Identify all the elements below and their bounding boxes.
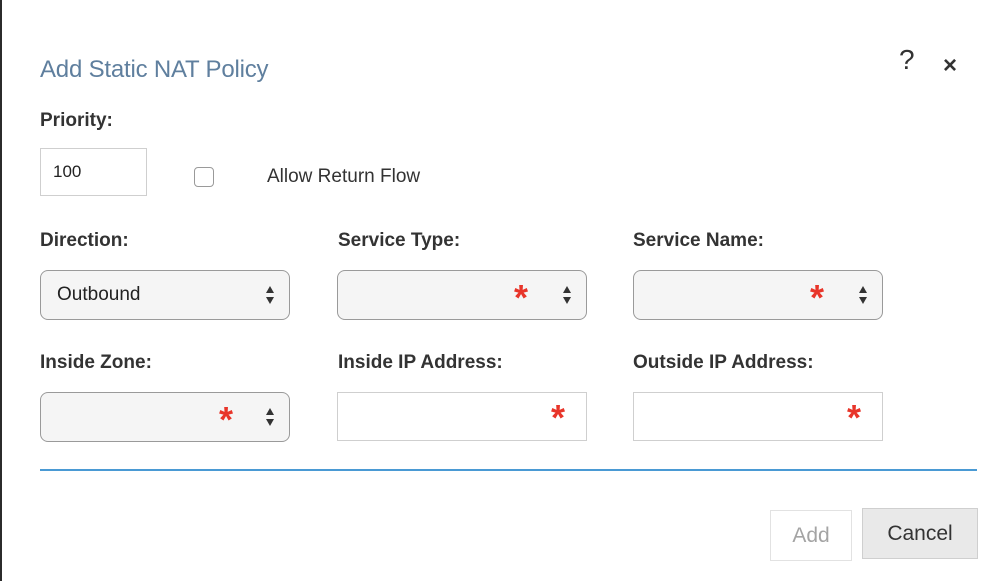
service-type-select[interactable]: * xyxy=(337,270,587,320)
required-asterisk-icon: * xyxy=(514,277,529,318)
add-button[interactable]: Add xyxy=(770,510,852,561)
select-arrows-icon xyxy=(859,286,867,304)
outside-ip-field: * xyxy=(633,392,883,441)
close-icon[interactable]: × xyxy=(943,52,957,80)
direction-select-value: Outbound xyxy=(57,284,141,305)
dialog-title: Add Static NAT Policy xyxy=(40,56,269,83)
required-asterisk-icon: * xyxy=(551,397,566,438)
direction-label: Direction: xyxy=(40,230,129,251)
select-arrows-icon xyxy=(563,286,571,304)
service-type-label: Service Type: xyxy=(338,230,461,251)
priority-input[interactable] xyxy=(40,148,147,196)
allow-return-flow-checkbox[interactable] xyxy=(194,167,214,187)
select-arrows-icon xyxy=(266,408,274,426)
direction-select[interactable]: Outbound xyxy=(40,270,290,320)
inside-ip-field: * xyxy=(337,392,587,441)
select-arrows-icon xyxy=(266,286,274,304)
outside-ip-label: Outside IP Address: xyxy=(633,352,814,373)
window-edge xyxy=(0,0,2,581)
footer-divider xyxy=(40,469,977,471)
inside-ip-label: Inside IP Address: xyxy=(338,352,503,373)
priority-label: Priority: xyxy=(40,110,113,131)
inside-ip-input[interactable] xyxy=(337,392,587,441)
required-asterisk-icon: * xyxy=(219,399,234,440)
required-asterisk-icon: * xyxy=(847,397,862,438)
inside-zone-label: Inside Zone: xyxy=(40,352,152,373)
help-icon[interactable]: ? xyxy=(899,44,915,76)
allow-return-flow-label: Allow Return Flow xyxy=(267,166,421,187)
service-name-label: Service Name: xyxy=(633,230,764,251)
outside-ip-input[interactable] xyxy=(633,392,883,441)
cancel-button[interactable]: Cancel xyxy=(862,508,978,559)
required-asterisk-icon: * xyxy=(810,277,825,318)
service-name-select[interactable]: * xyxy=(633,270,883,320)
add-static-nat-policy-dialog: Add Static NAT Policy ? × Priority: Allo… xyxy=(0,0,998,581)
inside-zone-select[interactable]: * xyxy=(40,392,290,442)
